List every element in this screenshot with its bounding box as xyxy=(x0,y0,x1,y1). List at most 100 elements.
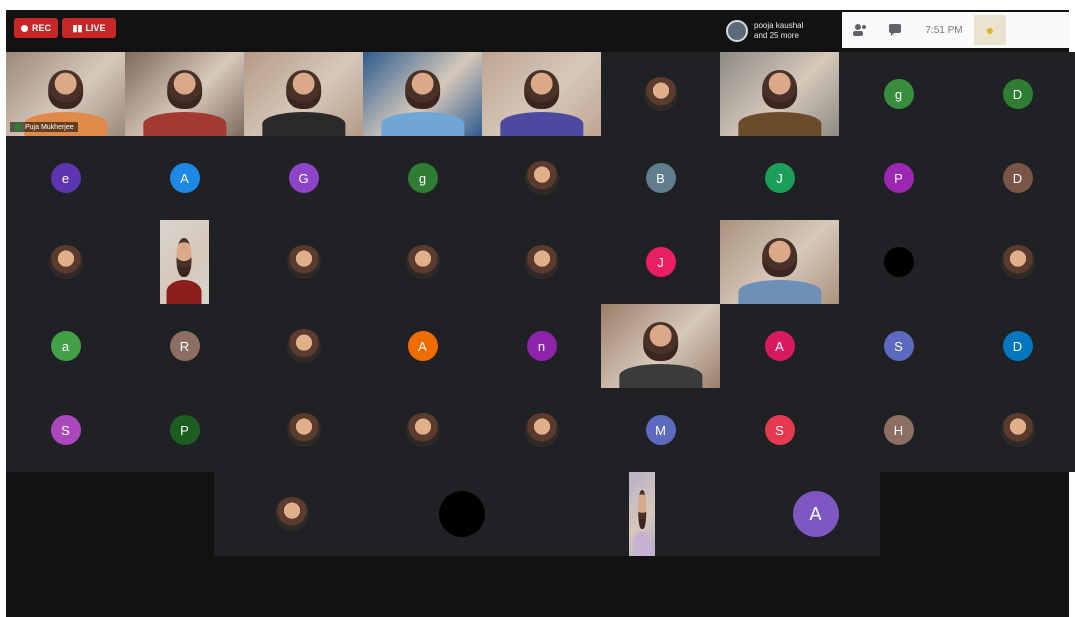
record-dot-icon xyxy=(20,24,28,32)
participant-tile[interactable] xyxy=(125,220,244,304)
participant-tile[interactable]: S xyxy=(6,388,125,472)
participant-tile[interactable] xyxy=(244,52,363,136)
participant-tile[interactable] xyxy=(482,52,601,136)
participant-photo-avatar xyxy=(274,497,309,531)
participant-tile[interactable]: H xyxy=(839,388,958,472)
self-view-tile[interactable]: ● xyxy=(974,15,1006,45)
participant-face xyxy=(166,70,203,110)
presenter-text: pooja kaushal and 25 more xyxy=(754,21,803,41)
participant-tile[interactable]: R xyxy=(125,304,244,388)
presenter-more: and 25 more xyxy=(754,31,799,40)
participant-photo-avatar xyxy=(524,161,559,195)
people-icon[interactable] xyxy=(842,15,878,45)
participant-avatar: P xyxy=(883,163,914,193)
participant-video xyxy=(720,52,839,136)
participant-avatar: D xyxy=(1002,79,1033,109)
participant-tile[interactable]: A xyxy=(363,304,482,388)
participant-video xyxy=(125,52,244,136)
participant-avatar: D xyxy=(1002,163,1033,193)
participant-tile[interactable] xyxy=(363,220,482,304)
participant-tile[interactable]: a xyxy=(6,304,125,388)
participant-photo-avatar xyxy=(524,413,559,447)
participant-avatar: H xyxy=(883,415,914,445)
participant-face xyxy=(47,70,84,110)
participant-tile[interactable] xyxy=(720,52,839,136)
participant-tile[interactable]: P xyxy=(125,388,244,472)
participant-video xyxy=(244,52,363,136)
participant-avatar: a xyxy=(50,331,81,361)
participant-tile[interactable] xyxy=(601,52,720,136)
participant-tile[interactable]: A xyxy=(760,472,871,556)
participant-tile[interactable] xyxy=(958,388,1075,472)
participant-tile[interactable]: A xyxy=(720,304,839,388)
participant-face xyxy=(638,490,646,530)
participant-tile[interactable] xyxy=(363,52,482,136)
self-view-icon: ● xyxy=(985,22,995,38)
participant-tile[interactable]: P xyxy=(839,136,958,220)
participant-tile[interactable] xyxy=(720,220,839,304)
participant-avatar: R xyxy=(169,331,200,361)
participant-body xyxy=(142,112,227,136)
participant-video xyxy=(363,52,482,136)
live-icon: ▮▮ xyxy=(72,22,83,33)
recording-label: REC xyxy=(31,23,51,33)
participant-photo-avatar xyxy=(643,77,678,111)
participant-tile[interactable]: S xyxy=(839,304,958,388)
participant-tile[interactable] xyxy=(839,220,958,304)
participant-tile[interactable]: A xyxy=(125,136,244,220)
participant-tile[interactable]: S xyxy=(720,388,839,472)
participant-tile[interactable] xyxy=(244,388,363,472)
participant-tile[interactable]: J xyxy=(601,220,720,304)
participant-tile[interactable]: g xyxy=(839,52,958,136)
participant-body xyxy=(261,112,346,136)
live-badge: ▮▮ LIVE xyxy=(62,18,116,38)
participant-tile[interactable]: D xyxy=(958,52,1075,136)
participant-photo-avatar xyxy=(286,245,321,279)
participant-tile[interactable]: Puja Mukherjee xyxy=(6,52,125,136)
participant-tile[interactable]: M xyxy=(601,388,720,472)
participant-tile[interactable]: B xyxy=(601,136,720,220)
meeting-controls: 7:51 PM ● xyxy=(842,12,1069,48)
participant-tile[interactable]: n xyxy=(482,304,601,388)
participant-tile[interactable] xyxy=(601,304,720,388)
participant-photo-avatar xyxy=(286,329,321,363)
participant-tile[interactable]: e xyxy=(6,136,125,220)
participant-tile[interactable]: g xyxy=(363,136,482,220)
participant-body xyxy=(618,364,703,388)
participant-tile[interactable]: D xyxy=(958,304,1075,388)
participant-photo-avatar xyxy=(286,413,321,447)
participant-tile[interactable] xyxy=(363,388,482,472)
participant-body xyxy=(380,112,465,136)
participant-avatar: J xyxy=(764,163,795,193)
participant-face xyxy=(523,70,560,110)
participant-tile[interactable] xyxy=(244,220,363,304)
participant-tile[interactable]: G xyxy=(244,136,363,220)
participant-tile[interactable] xyxy=(6,220,125,304)
participant-tile[interactable] xyxy=(236,472,347,556)
participant-tile[interactable] xyxy=(482,220,601,304)
participant-grid-bottom-row: A xyxy=(214,472,880,556)
participant-tile[interactable] xyxy=(406,472,517,556)
participant-avatar: g xyxy=(407,163,438,193)
participant-avatar: g xyxy=(883,79,914,109)
participant-body xyxy=(737,280,822,304)
participant-tile[interactable] xyxy=(482,388,601,472)
participant-tile[interactable]: D xyxy=(958,136,1075,220)
participant-tile[interactable] xyxy=(958,220,1075,304)
meeting-window: REC ▮▮ LIVE pooja kaushal and 25 more 7:… xyxy=(6,10,1075,617)
participant-avatar: B xyxy=(645,163,676,193)
participant-tile[interactable]: J xyxy=(720,136,839,220)
participant-tile[interactable] xyxy=(125,52,244,136)
participant-face xyxy=(285,70,322,110)
presenter-indicator[interactable]: pooja kaushal and 25 more xyxy=(726,16,826,46)
chat-icon[interactable] xyxy=(878,15,914,45)
participant-tile[interactable] xyxy=(482,136,601,220)
participant-avatar: S xyxy=(50,415,81,445)
participant-tile[interactable] xyxy=(244,304,363,388)
participant-avatar: e xyxy=(50,163,81,193)
participant-video xyxy=(601,304,720,388)
participant-avatar: A xyxy=(764,331,795,361)
participant-tile[interactable] xyxy=(612,472,672,556)
participant-video xyxy=(159,220,210,304)
participant-name: Puja Mukherjee xyxy=(25,123,74,131)
